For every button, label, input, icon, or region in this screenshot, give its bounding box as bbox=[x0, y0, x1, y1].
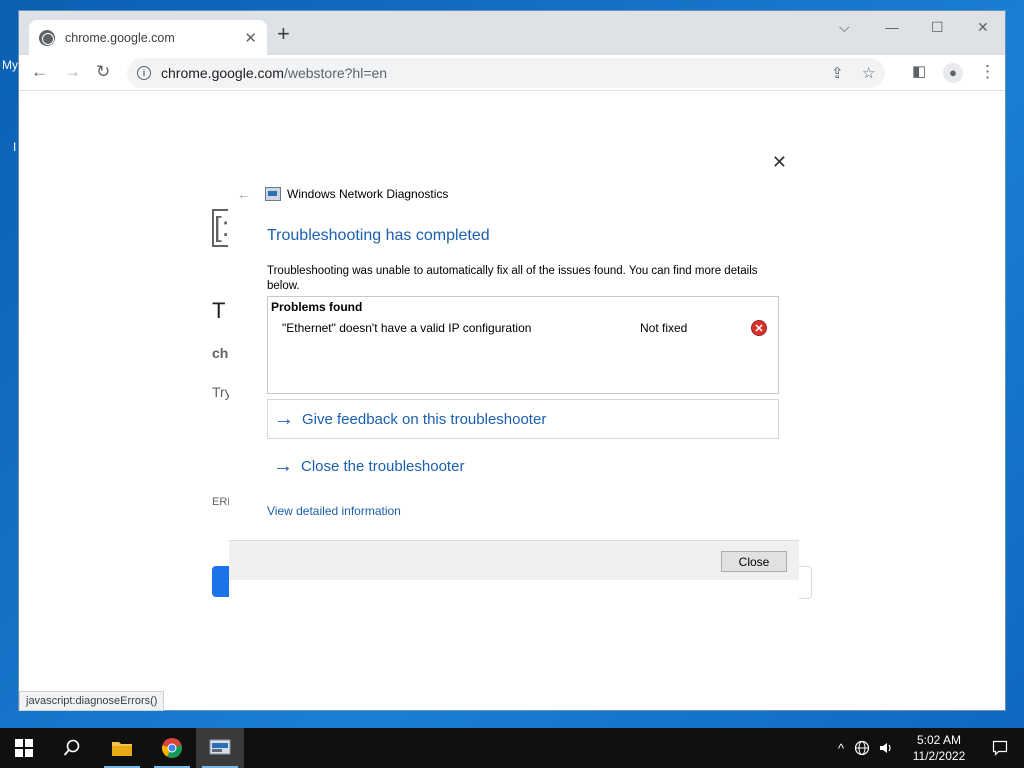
profile-avatar-icon[interactable]: ● bbox=[943, 63, 963, 83]
browser-tab[interactable]: chrome.google.com ✕ bbox=[29, 20, 267, 55]
back-arrow-icon[interactable]: ← bbox=[237, 186, 251, 202]
problem-status: Not fixed bbox=[640, 321, 688, 335]
network-diagnostics-icon bbox=[209, 739, 231, 755]
problems-found-box: Problems found "Ethernet" doesn't have a… bbox=[267, 296, 779, 394]
dialog-header: ← Windows Network Diagnostics bbox=[237, 186, 448, 202]
problems-found-title: Problems found bbox=[271, 300, 363, 314]
new-tab-button[interactable]: + bbox=[277, 23, 290, 45]
globe-icon bbox=[39, 29, 55, 46]
network-globe-icon[interactable] bbox=[854, 740, 870, 756]
close-troubleshooter-link[interactable]: → Close the troubleshooter bbox=[267, 446, 779, 486]
dialog-heading: Troubleshooting has completed bbox=[267, 227, 490, 244]
forward-icon[interactable]: → bbox=[64, 62, 81, 82]
chrome-taskbar-button[interactable] bbox=[148, 728, 196, 768]
taskbar: ^ 5:02 AM 11/2/2022 bbox=[0, 728, 1024, 768]
dialog-app-title: Windows Network Diagnostics bbox=[287, 187, 449, 201]
share-icon[interactable]: ⇪ bbox=[831, 64, 844, 82]
notification-icon bbox=[992, 740, 1008, 756]
arrow-right-icon: → bbox=[273, 455, 293, 477]
give-feedback-label: Give feedback on this troubleshooter bbox=[302, 410, 547, 428]
url-path: /webstore?hl=en bbox=[283, 65, 388, 81]
problem-row[interactable]: "Ethernet" doesn't have a valid IP confi… bbox=[282, 320, 776, 339]
clock-date: 11/2/2022 bbox=[912, 749, 966, 763]
page-error-code-fragment: ERI bbox=[212, 496, 231, 508]
close-button[interactable]: Close bbox=[721, 551, 787, 572]
start-button[interactable] bbox=[0, 728, 48, 768]
chrome-icon bbox=[162, 738, 182, 758]
search-icon bbox=[63, 739, 80, 756]
network-diagnostics-icon bbox=[265, 187, 281, 201]
taskbar-clock[interactable]: 5:02 AM 11/2/2022 bbox=[906, 732, 972, 764]
side-panel-icon[interactable]: ◧ bbox=[912, 62, 926, 82]
dialog-footer: Close bbox=[229, 540, 799, 580]
error-x-icon: ✕ bbox=[751, 320, 767, 336]
page-subtitle-fragment: ch bbox=[212, 345, 229, 361]
browser-toolbar: ← → ↻ i chrome.google.com/webstore?hl=en… bbox=[19, 55, 1005, 91]
network-diagnostics-dialog: ✕ ← Windows Network Diagnostics Troubles… bbox=[229, 146, 799, 606]
page-content: [: T ch Try ERI Reload Details ✕ ← Windo… bbox=[19, 91, 1005, 711]
menu-kebab-icon[interactable]: ⋮ bbox=[979, 62, 996, 82]
address-bar[interactable]: i chrome.google.com/webstore?hl=en ⇪ ☆ bbox=[127, 58, 885, 88]
arrow-right-icon: → bbox=[274, 408, 294, 430]
desktop-icon-label: My bbox=[2, 58, 18, 72]
problem-text: "Ethernet" doesn't have a valid IP confi… bbox=[282, 321, 532, 335]
tab-search-icon[interactable]: ⌵ bbox=[839, 19, 850, 36]
system-tray: ^ bbox=[838, 728, 894, 768]
status-bar-url: javascript:diagnoseErrors() bbox=[19, 691, 165, 711]
file-explorer-button[interactable] bbox=[98, 728, 146, 768]
network-diagnostics-taskbar-button[interactable] bbox=[196, 728, 244, 768]
tab-close-icon[interactable]: ✕ bbox=[244, 29, 257, 47]
tab-strip: chrome.google.com ✕ + ⌵ — ☐ ✕ bbox=[19, 11, 1005, 55]
dialog-description: Troubleshooting was unable to automatica… bbox=[267, 265, 758, 292]
folder-icon bbox=[112, 742, 132, 756]
bookmark-star-icon[interactable]: ☆ bbox=[862, 64, 875, 82]
windows-logo-icon bbox=[15, 739, 33, 757]
desktop-icon-label-2: I bbox=[13, 140, 17, 154]
browser-window: chrome.google.com ✕ + ⌵ — ☐ ✕ ← → ↻ i ch… bbox=[18, 10, 1006, 711]
close-troubleshooter-label: Close the troubleshooter bbox=[301, 457, 465, 475]
url-host: chrome.google.com bbox=[161, 65, 284, 81]
give-feedback-link[interactable]: → Give feedback on this troubleshooter bbox=[267, 399, 779, 439]
maximize-button[interactable]: ☐ bbox=[931, 19, 944, 36]
notifications-button[interactable] bbox=[976, 728, 1024, 768]
back-icon[interactable]: ← bbox=[31, 62, 48, 82]
reload-icon[interactable]: ↻ bbox=[96, 62, 110, 82]
tray-chevron-icon[interactable]: ^ bbox=[838, 741, 844, 756]
minimize-button[interactable]: — bbox=[885, 19, 899, 35]
tab-title: chrome.google.com bbox=[65, 30, 175, 45]
page-error-icon: [: bbox=[212, 209, 228, 247]
clock-time: 5:02 AM bbox=[916, 733, 962, 747]
volume-icon[interactable] bbox=[878, 740, 894, 756]
dialog-close-icon[interactable]: ✕ bbox=[772, 152, 787, 173]
site-info-icon[interactable]: i bbox=[137, 66, 151, 80]
page-title-fragment: T bbox=[212, 298, 226, 323]
view-detailed-information-link[interactable]: View detailed information bbox=[267, 504, 401, 518]
search-button[interactable] bbox=[48, 728, 96, 768]
close-window-button[interactable]: ✕ bbox=[977, 19, 989, 36]
